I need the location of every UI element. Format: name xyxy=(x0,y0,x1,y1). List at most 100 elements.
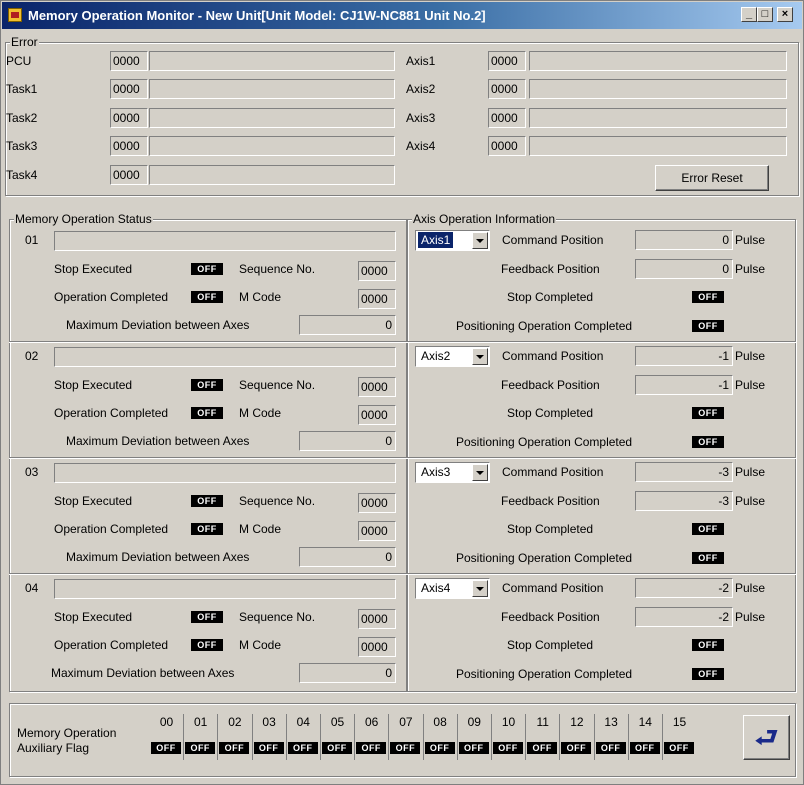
max-deviation-label: Maximum Deviation between Axes xyxy=(51,666,235,680)
aux-flag-header: 03 xyxy=(262,715,276,729)
error-code: 0000 xyxy=(488,51,526,71)
sequence-no-label: Sequence No. xyxy=(239,610,316,624)
aux-flag-indicator: OFF xyxy=(458,742,489,754)
memory-operation-status-legend: Memory Operation Status xyxy=(14,212,153,226)
feedback-position-value: 0 xyxy=(635,259,733,279)
error-row-label: Task3 xyxy=(6,139,38,153)
command-position-value: 0 xyxy=(635,230,733,250)
return-button[interactable]: ⮐ xyxy=(743,715,790,760)
error-row-label: Task4 xyxy=(6,168,38,182)
positioning-completed-indicator: OFF xyxy=(692,320,724,332)
m-code-value: 0000 xyxy=(358,637,396,657)
aux-flag-indicator: OFF xyxy=(424,742,455,754)
group-divider xyxy=(9,341,796,343)
error-message xyxy=(529,136,787,156)
aux-flag-header: 06 xyxy=(365,715,379,729)
memory-group-id: 03 xyxy=(25,465,39,479)
aux-flag-header: 09 xyxy=(467,715,481,729)
aux-flag-header: 08 xyxy=(433,715,447,729)
m-code-value: 0000 xyxy=(358,289,396,309)
error-row-label: Task2 xyxy=(6,111,38,125)
aux-flag-header: 10 xyxy=(501,715,516,729)
chevron-down-icon[interactable] xyxy=(472,232,488,249)
return-icon: ⮐ xyxy=(754,722,779,752)
command-position-value: -1 xyxy=(635,346,733,366)
error-row-label: PCU xyxy=(6,54,32,68)
memory-group-id: 04 xyxy=(25,581,39,595)
aux-flag-indicator: OFF xyxy=(664,742,694,754)
sequence-no-label: Sequence No. xyxy=(239,494,316,508)
memory-group-name xyxy=(54,579,396,599)
error-code: 0000 xyxy=(110,165,148,185)
operation-completed-label: Operation Completed xyxy=(54,638,169,652)
stop-completed-label: Stop Completed xyxy=(507,638,594,652)
max-deviation-label: Maximum Deviation between Axes xyxy=(66,550,250,564)
title-bar: Memory Operation Monitor - New Unit[Unit… xyxy=(2,2,802,29)
aux-flag-indicator: OFF xyxy=(527,742,558,754)
aux-flag-indicator: OFF xyxy=(219,742,250,754)
aux-flag-header: 12 xyxy=(570,715,584,729)
error-message xyxy=(149,165,395,185)
stop-executed-indicator: OFF xyxy=(191,379,223,391)
positioning-completed-indicator: OFF xyxy=(692,668,724,680)
aux-flag-indicator: OFF xyxy=(595,742,626,754)
error-code: 0000 xyxy=(110,51,148,71)
aux-flag-divider xyxy=(217,714,219,760)
m-code-label: M Code xyxy=(239,290,282,304)
axis-select-value: Axis1 xyxy=(418,232,454,248)
aux-flag-indicator: OFF xyxy=(185,742,216,754)
chevron-down-icon[interactable] xyxy=(472,580,488,597)
axis-select[interactable]: Axis2 xyxy=(415,346,490,367)
max-deviation-label: Maximum Deviation between Axes xyxy=(66,318,250,332)
minimize-button[interactable]: _ xyxy=(741,7,757,22)
aux-flag-header: 04 xyxy=(296,715,310,729)
aux-flag-header: 15 xyxy=(672,715,687,729)
sequence-no-value: 0000 xyxy=(358,493,396,513)
chevron-down-icon[interactable] xyxy=(472,348,488,365)
axis-select[interactable]: Axis4 xyxy=(415,578,490,599)
error-message xyxy=(149,51,395,71)
stop-executed-indicator: OFF xyxy=(191,495,223,507)
aux-flag-divider xyxy=(491,714,492,760)
error-code: 0000 xyxy=(110,79,148,99)
close-button[interactable]: × xyxy=(777,7,793,22)
aux-flag-divider xyxy=(456,714,458,760)
axis-select-value: Axis4 xyxy=(421,581,451,595)
max-deviation-value: 0 xyxy=(299,431,396,451)
error-code: 0000 xyxy=(110,108,148,128)
error-message xyxy=(149,108,395,128)
feedback-position-label: Feedback Position xyxy=(501,610,600,624)
m-code-label: M Code xyxy=(239,406,282,420)
operation-completed-indicator: OFF xyxy=(191,407,223,419)
operation-completed-label: Operation Completed xyxy=(54,522,169,536)
axis-select[interactable]: Axis3 xyxy=(415,462,490,483)
operation-completed-label: Operation Completed xyxy=(54,290,169,304)
stop-completed-indicator: OFF xyxy=(692,407,724,419)
aux-flag-divider xyxy=(320,714,321,760)
memory-group-id: 02 xyxy=(25,349,39,363)
group-divider xyxy=(9,457,796,459)
stop-completed-label: Stop Completed xyxy=(507,290,594,304)
error-code: 0000 xyxy=(110,136,148,156)
positioning-completed-label: Positioning Operation Completed xyxy=(456,551,633,565)
aux-flag-divider xyxy=(662,714,663,760)
feedback-position-unit: Pulse xyxy=(735,262,766,276)
error-reset-button[interactable]: Error Reset xyxy=(655,165,769,191)
aux-flag-indicator: OFF xyxy=(356,742,387,754)
chevron-down-icon[interactable] xyxy=(472,464,488,481)
aux-flag-divider xyxy=(354,714,356,760)
aux-flag-divider xyxy=(525,714,527,760)
error-message xyxy=(149,136,395,156)
aux-flag-indicator: OFF xyxy=(390,742,421,754)
command-position-unit: Pulse xyxy=(735,465,766,479)
stop-executed-label: Stop Executed xyxy=(54,610,133,624)
stop-executed-indicator: OFF xyxy=(191,611,223,623)
feedback-position-unit: Pulse xyxy=(735,610,766,624)
aux-flag-divider xyxy=(422,714,424,760)
aux-flag-indicator: OFF xyxy=(561,742,592,754)
command-position-unit: Pulse xyxy=(735,581,766,595)
maximize-button[interactable]: □ xyxy=(757,7,773,22)
axis-select[interactable]: Axis1 xyxy=(415,230,490,251)
sequence-no-value: 0000 xyxy=(358,609,396,629)
aux-flag-label-line2: Auxiliary Flag xyxy=(17,741,90,755)
